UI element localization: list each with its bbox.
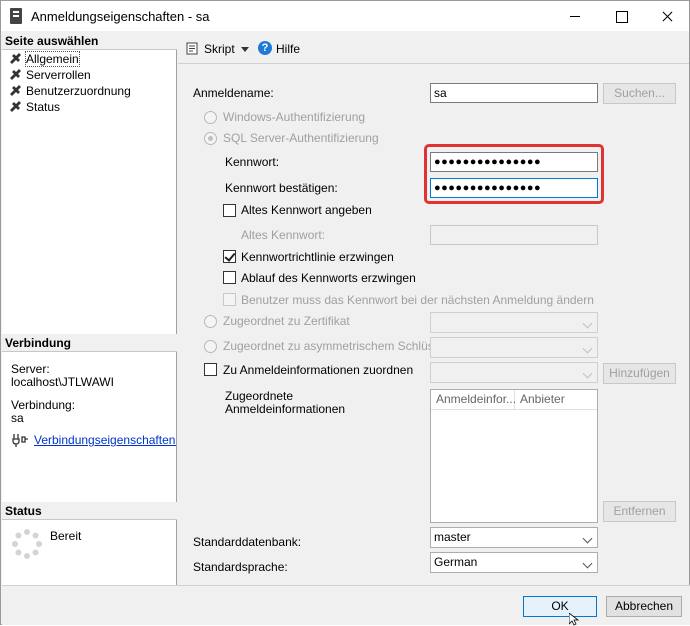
default-lang-select[interactable]: German — [430, 552, 598, 573]
connection-properties-link[interactable]: Verbindungseigenschaften anzeigen — [34, 433, 176, 447]
password-label: Kennwort: — [225, 155, 280, 169]
must-change-checkbox[interactable] — [223, 293, 236, 306]
page-item-label: Allgemein — [25, 51, 80, 67]
confirm-password-label: Kennwort bestätigen: — [225, 181, 338, 195]
cert-mapped-label: Zugeordnet zu Zertifikat — [223, 314, 350, 328]
old-password-checkbox[interactable] — [223, 204, 236, 217]
windows-auth-label: Windows-Authentifizierung — [223, 110, 366, 124]
login-name-label: Anmeldename: — [193, 86, 274, 100]
wrench-icon — [10, 85, 21, 96]
login-name-input[interactable]: sa — [430, 83, 598, 103]
wrench-icon — [10, 69, 21, 80]
must-change-label: Benutzer muss das Kennwort bei der nächs… — [241, 293, 594, 307]
page-item-label: Serverrollen — [26, 68, 91, 82]
connection-value: sa — [11, 411, 24, 425]
default-db-label: Standarddatenbank: — [193, 535, 302, 549]
maximize-button[interactable] — [598, 1, 644, 31]
script-icon — [186, 42, 198, 55]
connection-label: Verbindung: — [11, 398, 76, 412]
asym-key-select[interactable] — [430, 337, 598, 358]
ok-button[interactable]: OK — [523, 596, 597, 617]
page-item-server-roles[interactable]: Serverrollen — [10, 67, 91, 83]
chevron-down-icon — [582, 318, 593, 329]
chevron-down-icon — [582, 533, 593, 544]
default-lang-value: German — [434, 555, 478, 569]
left-pane: Seite auswählen Allgemein Serverrollen B… — [2, 32, 177, 585]
asym-key-mapped-radio[interactable] — [204, 340, 217, 353]
password-highlight-frame — [424, 144, 604, 204]
mouse-cursor-icon — [569, 613, 579, 626]
credentials-select[interactable] — [430, 362, 598, 383]
remove-credential-button[interactable]: Entfernen — [603, 501, 676, 522]
script-button[interactable]: Skript — [204, 41, 235, 57]
sql-auth-label: SQL Server-Authentifizierung — [223, 131, 379, 145]
server-label: Server: — [11, 362, 50, 376]
status-value: Bereit — [50, 529, 82, 543]
connection-header: Verbindung — [2, 334, 177, 352]
chevron-down-icon — [582, 343, 593, 354]
page-item-user-mapping[interactable]: Benutzerzuordnung — [10, 83, 131, 99]
cancel-button[interactable]: Abbrechen — [606, 596, 682, 617]
database-server-icon — [10, 8, 22, 24]
default-lang-label: Standardsprache: — [193, 560, 288, 574]
grid-column-credential[interactable]: Anmeldeinfor... — [431, 390, 516, 410]
default-db-value: master — [434, 530, 471, 544]
window-title: Anmeldungseigenschaften - sa — [31, 9, 210, 24]
toolbar: Skript ? Hilfe — [178, 32, 689, 64]
page-item-label: Status — [26, 100, 61, 114]
old-password-label: Altes Kennwort: — [241, 228, 326, 242]
add-credential-button[interactable]: Hinzufügen — [603, 363, 676, 384]
certificate-select[interactable] — [430, 312, 598, 333]
page-item-status[interactable]: Status — [10, 99, 60, 115]
grid-column-provider[interactable]: Anbieter — [515, 390, 597, 410]
sql-auth-radio[interactable] — [204, 132, 217, 145]
chevron-down-icon[interactable] — [241, 47, 249, 52]
minimize-button[interactable] — [552, 1, 598, 31]
mapped-credentials-grid[interactable]: Anmeldeinfor... Anbieter — [430, 389, 598, 523]
windows-auth-radio[interactable] — [204, 111, 217, 124]
help-button[interactable]: Hilfe — [276, 41, 300, 57]
enforce-policy-label: Kennwortrichtlinie erzwingen — [241, 250, 394, 264]
status-header: Status — [2, 502, 177, 520]
enforce-expiration-label: Ablauf des Kennworts erzwingen — [241, 271, 416, 285]
asym-key-mapped-label: Zugeordnet zu asymmetrischem Schlüssel — [223, 339, 450, 353]
plug-icon — [12, 434, 28, 447]
old-password-input[interactable] — [430, 225, 598, 245]
page-item-general[interactable]: Allgemein — [10, 51, 80, 67]
title-bar: Anmeldungseigenschaften - sa — [1, 1, 689, 31]
map-credentials-label: Zu Anmeldeinformationen zuordnen — [223, 363, 414, 377]
wrench-icon — [10, 101, 21, 112]
chevron-down-icon — [582, 368, 593, 379]
default-db-select[interactable]: master — [430, 527, 598, 548]
wrench-icon — [10, 53, 21, 64]
dialog-button-bar: OK Abbrechen — [2, 585, 690, 625]
chevron-down-icon — [582, 558, 593, 569]
dialog-window: Anmeldungseigenschaften - sa Seite auswä… — [0, 0, 690, 626]
mapped-credentials-label-line2: Anmeldeinformationen — [225, 402, 346, 416]
help-icon[interactable]: ? — [258, 41, 272, 55]
general-page-form: Anmeldename: sa Suchen... Windows-Authen… — [178, 65, 689, 585]
search-button[interactable]: Suchen... — [603, 83, 676, 104]
map-credentials-checkbox[interactable] — [204, 363, 217, 376]
progress-spinner-icon — [12, 529, 42, 559]
mapped-credentials-label: Zugeordnete — [225, 389, 294, 403]
enforce-policy-checkbox[interactable] — [223, 250, 236, 263]
old-password-check-label: Altes Kennwort angeben — [241, 203, 372, 217]
select-page-header: Seite auswählen — [2, 32, 177, 50]
close-button[interactable] — [644, 1, 690, 31]
page-item-label: Benutzerzuordnung — [26, 84, 131, 98]
enforce-expiration-checkbox[interactable] — [223, 271, 236, 284]
cert-mapped-radio[interactable] — [204, 315, 217, 328]
server-value: localhost\JTLWAWI — [11, 375, 114, 389]
